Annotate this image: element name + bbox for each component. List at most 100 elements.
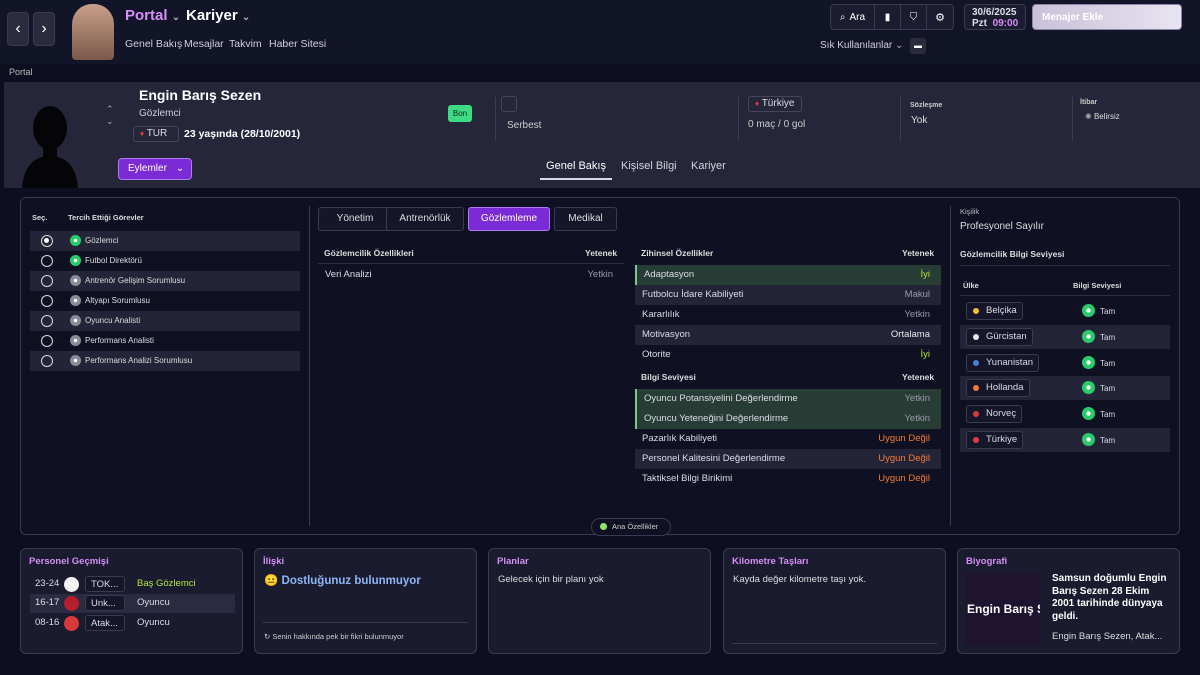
tab-management[interactable]: Yönetim <box>318 207 392 231</box>
country-badge[interactable]: Yunanistan <box>966 353 1040 372</box>
role-label: Gözlemci <box>85 236 119 245</box>
chevron-down-icon: ⌄ <box>171 12 181 23</box>
nav-overview[interactable]: Genel Bakış <box>125 38 182 50</box>
role-label: Antrenör Gelişim Sorumlusu <box>85 276 186 285</box>
flag-icon <box>973 385 979 392</box>
nav-messages[interactable]: Mesajlar <box>184 38 224 50</box>
attribute-row: Adaptasyon İyi <box>635 265 941 285</box>
staff-switcher[interactable]: ⌃ ⌄ <box>106 103 114 127</box>
scouting-ability-header: Yetenek <box>585 248 618 258</box>
plans-text: Gelecek için bir planı yok <box>498 574 604 585</box>
date-display[interactable]: 30/6/2025 Pzt 09:00 <box>964 4 1026 30</box>
chat-button[interactable]: ▬ <box>910 38 926 54</box>
flag-icon <box>973 411 979 418</box>
flag-icon <box>973 333 979 340</box>
nav-news[interactable]: Haber Sitesi <box>269 38 326 50</box>
country-row[interactable]: Türkiye Tam <box>960 428 1170 452</box>
country-row[interactable]: Hollanda Tam <box>960 376 1170 401</box>
favorites-menu[interactable]: Sık Kullanılanlar ⌄ <box>820 40 903 51</box>
contract-value: Yok <box>911 115 928 126</box>
nav-calendar[interactable]: Takvim <box>229 38 262 50</box>
date-text: 30/6/2025 <box>972 7 1017 18</box>
flag-icon: ♦ <box>755 99 760 108</box>
top-toolbar: ⌕ Ara ▮ ⛉ ⚙ <box>830 4 954 30</box>
role-radio[interactable] <box>41 275 53 287</box>
role-row[interactable]: Altyapı Sorumlusu <box>30 291 300 311</box>
career-menu[interactable]: Kariyer ⌄ <box>186 7 250 24</box>
club-badge-icon <box>64 596 79 611</box>
divider <box>732 643 937 644</box>
attribute-row: Oyuncu Yeteneğini Değerlendirme Yetkin <box>635 409 941 429</box>
staff-role: Gözlemci <box>139 108 181 119</box>
age-text: 23 yaşında (28/10/2001) <box>184 128 301 140</box>
knowledge-level: Tam <box>1082 381 1115 395</box>
role-row[interactable]: Oyuncu Analisti <box>30 311 300 331</box>
chevron-up-icon[interactable]: ⌃ <box>106 103 114 115</box>
manager-avatar[interactable] <box>72 4 114 60</box>
country-badge[interactable]: Belçika <box>966 302 1023 320</box>
settings-button[interactable]: ⚙ <box>927 5 953 29</box>
history-row[interactable]: 16-17 Unk... Oyuncu <box>30 594 235 613</box>
role-label: Performans Analisti <box>85 336 154 345</box>
back-button[interactable]: ‹ <box>7 12 29 46</box>
national-team-badge[interactable]: ♦ Türkiye <box>748 96 802 112</box>
role-radio[interactable] <box>41 355 53 367</box>
tab-coaching[interactable]: Antrenörlük <box>386 207 464 231</box>
country-row[interactable]: Yunanistan Tam <box>960 351 1170 375</box>
country-row[interactable]: Norveç Tam <box>960 402 1170 426</box>
role-radio[interactable] <box>41 235 53 247</box>
knowledge-level-text: Tam <box>1100 410 1116 420</box>
add-manager-button[interactable]: Menajer Ekle <box>1032 4 1182 30</box>
role-radio[interactable] <box>41 315 53 327</box>
tab-scouting[interactable]: Gözlemleme <box>468 207 550 231</box>
full-knowledge-icon <box>1082 407 1095 421</box>
tab-medical[interactable]: Medikal <box>554 207 617 231</box>
chevron-down-icon[interactable]: ⌄ <box>106 115 114 127</box>
forward-button[interactable]: › <box>33 12 55 46</box>
tab-personal-info[interactable]: Kişisel Bilgi <box>621 160 677 172</box>
tab-overview[interactable]: Genel Bakış <box>540 160 612 180</box>
history-row[interactable]: 08-16 Atak... Oyuncu <box>30 614 235 633</box>
role-radio[interactable] <box>41 295 53 307</box>
flag-icon <box>973 308 979 314</box>
country-badge[interactable]: Gürcistan <box>966 327 1033 346</box>
divider <box>960 295 1170 296</box>
role-row[interactable]: Performans Analizi Sorumlusu <box>30 351 300 371</box>
attribute-row: Kararlılık Yetkin <box>642 309 930 320</box>
biography-text: Samsun doğumlu Engin Barış Sezen 28 Ekim… <box>1052 573 1167 622</box>
flag-icon: ♦ <box>140 129 145 138</box>
role-suitability-icon <box>70 235 81 246</box>
role-row[interactable]: Futbol Direktörü <box>30 251 300 271</box>
flag-icon <box>973 437 979 443</box>
country-badge[interactable]: Türkiye <box>966 431 1024 449</box>
key-attributes-toggle[interactable]: Ana Özellikler <box>591 518 671 536</box>
search-button[interactable]: ⌕ Ara <box>831 5 875 29</box>
divider <box>900 97 901 141</box>
country-badge[interactable]: Hollanda <box>966 379 1030 398</box>
role-radio[interactable] <box>41 335 53 347</box>
portal-menu[interactable]: Portal ⌄ <box>125 7 180 24</box>
breadcrumb[interactable]: Portal <box>9 67 33 77</box>
actions-button[interactable]: Eylemler ⌄ <box>118 158 192 180</box>
role-row[interactable]: Gözlemci <box>30 231 300 251</box>
full-knowledge-icon <box>1082 304 1095 317</box>
country-row[interactable]: Belçika Tam <box>960 299 1170 323</box>
role-row[interactable]: Performans Analisti <box>30 331 300 351</box>
nationality-badge[interactable]: ♦ TUR <box>133 126 179 142</box>
role-radio[interactable] <box>41 255 53 267</box>
history-row[interactable]: 23-24 TOK... Baş Gözlemci <box>30 575 235 594</box>
country-badge[interactable]: Norveç <box>966 405 1023 424</box>
staff-silhouette <box>22 106 78 188</box>
chevron-down-icon: ⌄ <box>895 40 904 51</box>
role-row[interactable]: Antrenör Gelişim Sorumlusu <box>30 271 300 291</box>
biography-more[interactable]: Engin Barış Sezen, Atak... <box>1052 631 1162 642</box>
milestones-title: Kilometre Taşları <box>732 556 809 567</box>
tab-career[interactable]: Kariyer <box>691 160 726 172</box>
level-column-header: Bilgi Seviyesi <box>1073 281 1122 290</box>
biography-card: Biyografi Engin Barış Sezen Samsun doğum… <box>957 548 1180 654</box>
knowledge-ability-header: Yetenek <box>902 372 935 382</box>
club-button[interactable]: ⛉ <box>901 5 927 29</box>
country-name: Yunanistan <box>986 356 1034 368</box>
bookmark-button[interactable]: ▮ <box>875 5 901 29</box>
country-row[interactable]: Gürcistan Tam <box>960 324 1170 349</box>
